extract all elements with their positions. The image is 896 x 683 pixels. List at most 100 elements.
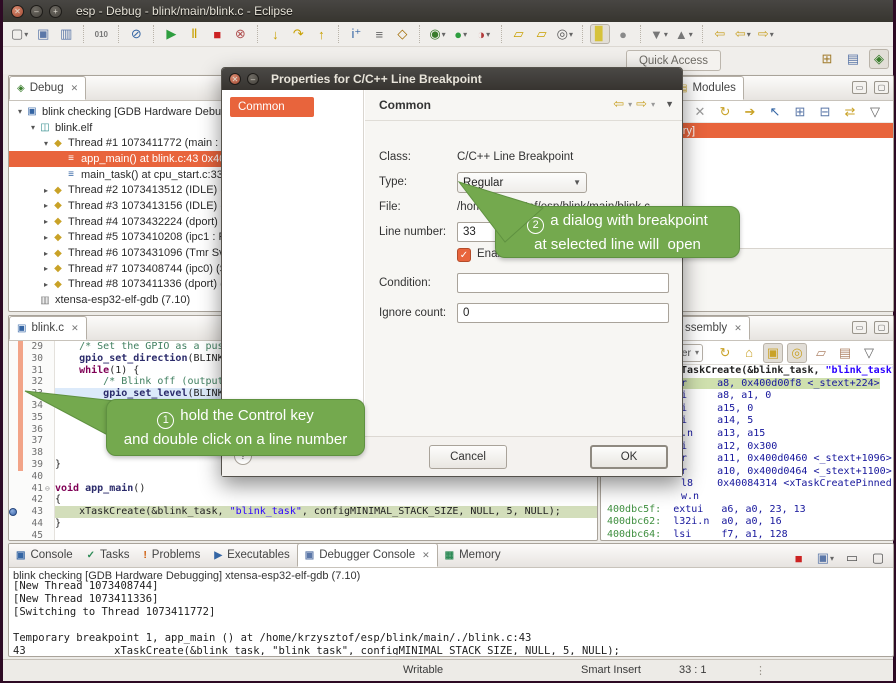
sidebar-item-common[interactable]: Common — [230, 97, 314, 117]
previous-annotation-icon[interactable]: ▼▾ — [648, 24, 670, 44]
line-number[interactable]: 39 — [23, 459, 45, 471]
home-pc-icon[interactable]: ⌂ — [739, 343, 759, 363]
line-number[interactable]: 31 — [23, 365, 45, 377]
window-minimize-icon[interactable]: – — [30, 5, 43, 18]
tab-disassembly[interactable]: ssembly ✕ — [677, 316, 750, 340]
select-pointer-icon[interactable]: ↖ — [765, 102, 785, 122]
tab-memory[interactable]: ▦Memory — [438, 543, 508, 567]
dialog-minimize-icon[interactable]: – — [247, 73, 259, 85]
terminate-console-icon[interactable]: ■ — [789, 548, 809, 568]
disassembly-row[interactable]: l8 0x40084314 <xTaskCreatePinned — [601, 478, 893, 491]
binary-file-icon[interactable]: 010 — [91, 24, 111, 44]
fold-marker[interactable] — [45, 447, 53, 459]
twisty-icon[interactable]: ▾ — [41, 139, 51, 148]
enabled-checkbox[interactable]: ✓ — [457, 248, 471, 262]
maximize-icon[interactable]: ▢ — [874, 81, 889, 94]
twisty-icon[interactable]: ▸ — [41, 201, 51, 210]
fold-marker[interactable] — [45, 506, 53, 518]
tab-problems[interactable]: !Problems — [136, 543, 207, 567]
twisty-icon[interactable]: ▾ — [15, 107, 25, 116]
disassembly-row[interactable]: 400dbc64: lsi f7, a1, 128 — [601, 529, 893, 541]
disassembly-row[interactable]: 400dbc5f: extui a6, a0, 23, 13 — [601, 504, 893, 517]
goto-address-icon[interactable]: ➔ — [740, 102, 760, 122]
code-line[interactable]: 44} — [9, 518, 597, 530]
modules-selected-row[interactable]: rary] — [670, 123, 893, 138]
chevron-down-icon[interactable]: ▾ — [651, 100, 655, 109]
ok-button[interactable]: OK — [590, 445, 668, 469]
display-selected-console-icon[interactable]: ▣▾ — [815, 548, 836, 568]
skip-all-breakpoints-icon[interactable]: ⊘ — [126, 24, 146, 44]
fold-marker[interactable] — [45, 353, 53, 365]
remove-all-modules-icon[interactable]: ✕ — [690, 102, 710, 122]
fold-marker[interactable] — [45, 471, 53, 483]
save-all-icon[interactable]: ▥ — [56, 24, 76, 44]
twisty-icon[interactable]: ▸ — [41, 264, 51, 273]
dialog-close-icon[interactable]: ✕ — [229, 73, 241, 85]
run-icon[interactable]: ●▾ — [451, 24, 471, 44]
disassembly-row[interactable]: w.n — [601, 491, 893, 504]
debug-icon[interactable]: ◉▾ — [427, 24, 447, 44]
chevron-down-icon[interactable]: ▾ — [628, 100, 632, 109]
twisty-icon[interactable]: ▸ — [41, 217, 51, 226]
code-line[interactable]: 45 — [9, 530, 597, 541]
minimize-icon[interactable]: ▭ — [842, 548, 862, 568]
tab-debug[interactable]: ◈ Debug ✕ — [9, 76, 86, 100]
pin-view-icon[interactable]: ▤ — [835, 343, 855, 363]
condition-input[interactable] — [457, 273, 669, 293]
minimize-icon[interactable]: ▭ — [852, 321, 867, 334]
back-arrow-icon[interactable]: ⇦ — [613, 96, 624, 112]
back-to-frame-icon[interactable]: ⇦ — [710, 24, 730, 44]
editor-gutter[interactable]: 40 — [9, 471, 55, 483]
tab-blink-c[interactable]: ▣ blink.c ✕ — [9, 316, 87, 340]
code-line[interactable]: 41⊖void app_main() — [9, 483, 597, 495]
disconnect-icon[interactable]: ⊗ — [230, 24, 250, 44]
editor-gutter[interactable]: 39 — [9, 459, 55, 471]
editor-gutter[interactable]: 41⊖ — [9, 483, 55, 495]
view-menu-icon[interactable]: ▽ — [865, 102, 885, 122]
ignore-count-input[interactable]: 0 — [457, 303, 669, 323]
save-icon[interactable]: ▣ — [33, 24, 53, 44]
cancel-button[interactable]: Cancel — [429, 445, 507, 469]
line-number[interactable]: 40 — [23, 471, 45, 483]
collapse-all-icon[interactable]: ⊟ — [815, 102, 835, 122]
tab-tasks[interactable]: ✓Tasks — [80, 543, 137, 567]
disassembly-row[interactable]: 400dbc62: l32i.n a0, a0, 16 — [601, 516, 893, 529]
open-element-icon[interactable]: ▱ — [509, 24, 529, 44]
twisty-icon[interactable]: ▸ — [41, 186, 51, 195]
editor-gutter[interactable]: 30 — [9, 353, 55, 365]
search-icon[interactable]: ◎▾ — [555, 24, 575, 44]
mark-occurrences-icon[interactable]: ▊ — [590, 24, 610, 44]
window-maximize-icon[interactable]: + — [49, 5, 62, 18]
line-number[interactable]: 30 — [23, 353, 45, 365]
cpp-perspective-icon[interactable]: ▤ — [843, 49, 863, 69]
fold-marker[interactable]: ⊖ — [45, 483, 53, 495]
code-line[interactable]: 42{ — [9, 494, 597, 506]
forward-arrow-icon[interactable]: ⇨ — [636, 96, 647, 112]
load-symbols-icon[interactable]: ↻ — [715, 102, 735, 122]
close-icon[interactable]: ✕ — [71, 83, 79, 94]
twisty-icon[interactable]: ▸ — [41, 233, 51, 242]
profile-icon[interactable]: ◑▾ — [474, 24, 494, 44]
maximize-icon[interactable]: ▢ — [874, 321, 889, 334]
expand-all-icon[interactable]: ⊞ — [790, 102, 810, 122]
tab-debugger-console[interactable]: ▣Debugger Console✕ — [297, 543, 438, 567]
last-edit-location-icon[interactable]: ● — [613, 24, 633, 44]
line-number[interactable]: 43 — [23, 506, 45, 518]
breakpoint-icon[interactable] — [9, 508, 17, 516]
forward-history-icon[interactable]: ⇨▾ — [756, 24, 776, 44]
next-annotation-icon[interactable]: ▲▾ — [673, 24, 695, 44]
twisty-icon[interactable]: ▸ — [41, 249, 51, 258]
code-line[interactable]: 43 xTaskCreate(&blink_task, "blink_task"… — [9, 506, 597, 518]
step-return-icon[interactable]: ↑ — [311, 24, 331, 44]
view-menu-icon[interactable]: ▼ — [665, 99, 674, 109]
editor-gutter[interactable]: 44 — [9, 518, 55, 530]
line-number[interactable]: 45 — [23, 530, 45, 541]
sync-selection-icon[interactable]: ▣ — [763, 343, 783, 363]
editor-gutter[interactable]: 45 — [9, 530, 55, 541]
open-resource-icon[interactable]: ▱ — [532, 24, 552, 44]
step-over-icon[interactable]: ↷ — [288, 24, 308, 44]
instruction-stepping-icon[interactable]: i⁺ — [346, 24, 366, 44]
suspend-icon[interactable]: Ⅱ — [184, 24, 204, 44]
open-perspective-icon[interactable]: ⊞ — [817, 49, 837, 69]
minimize-icon[interactable]: ▭ — [852, 81, 867, 94]
